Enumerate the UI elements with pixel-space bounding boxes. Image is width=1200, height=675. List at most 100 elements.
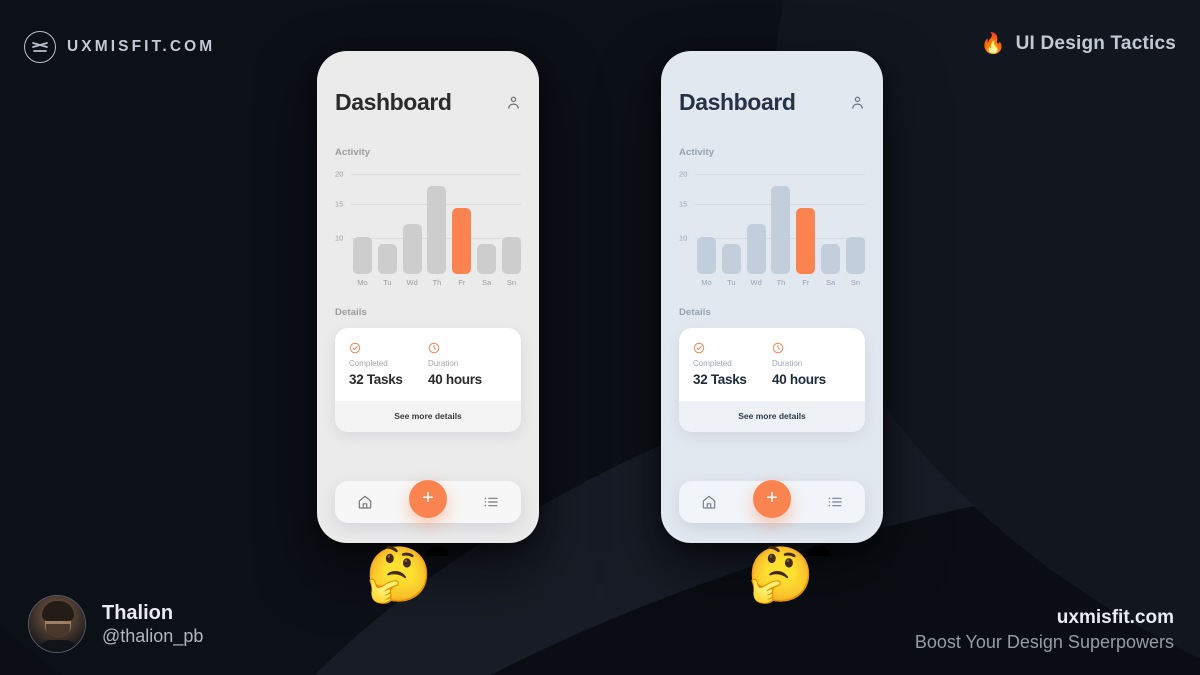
person-icon[interactable] <box>850 95 865 110</box>
activity-bar-chart: 20 15 10 Mo Tu Wd Th Fr Sa Sn <box>335 170 521 287</box>
stat-label: Duration <box>428 359 459 368</box>
x-label-sn: Sn <box>850 278 861 287</box>
clock-icon <box>772 341 784 358</box>
y-tick-15: 15 <box>335 199 344 209</box>
phone-screen: Dashboard Activity 20 15 10 Mo Tu Wd Th … <box>317 51 539 543</box>
phone-mockup-neutral: Dashboard Activity 20 15 10 Mo Tu Wd Th … <box>317 51 539 543</box>
bar-th[interactable] <box>427 186 447 274</box>
details-section-label: Details <box>679 307 711 318</box>
person-icon[interactable] <box>506 95 521 110</box>
avatar-hair <box>42 601 74 621</box>
x-label-fr: Fr <box>458 278 466 287</box>
bar-column <box>845 237 865 274</box>
chart-x-labels: Mo Tu Wd Th Fr Sa Sn <box>697 278 865 287</box>
avatar-eye-left <box>50 616 53 618</box>
stat-value: 40 hours <box>428 372 482 387</box>
bar-sn[interactable] <box>501 237 521 274</box>
avatar <box>28 595 86 653</box>
home-icon[interactable] <box>701 494 717 510</box>
page-title: Dashboard <box>335 89 452 115</box>
home-icon[interactable] <box>357 494 373 510</box>
bar-wd[interactable] <box>746 224 766 274</box>
thinking-emoji-right: 🤔 ☁ <box>747 532 832 603</box>
details-card-body: Completed 32 Tasks Duration 40 hours <box>335 328 521 401</box>
activity-section-label: Activity <box>335 147 371 158</box>
plus-icon: + <box>422 487 434 509</box>
bar-sa[interactable] <box>477 244 497 274</box>
bar-th[interactable] <box>771 186 791 274</box>
see-more-details-button[interactable]: See more details <box>679 401 865 432</box>
activity-bar-chart: 20 15 10 Mo Tu Wd Th Fr Sa Sn <box>679 170 865 287</box>
stat-label: Completed <box>349 359 388 368</box>
thought-bubble-icon: ☁ <box>420 530 450 563</box>
bar-fr-highlight[interactable] <box>796 208 816 274</box>
x-label-sn: Sn <box>506 278 517 287</box>
list-icon[interactable] <box>483 494 499 510</box>
brand-logo[interactable]: UXMISFIT.COM <box>24 31 215 63</box>
y-tick-20: 20 <box>679 169 688 179</box>
bar-column <box>427 186 447 274</box>
author-name: Thalion <box>102 601 174 624</box>
details-card: Completed 32 Tasks Duration 40 hours See… <box>335 328 521 432</box>
stat-label: Completed <box>693 359 732 368</box>
brand-logo-text: UXMISFIT.COM <box>67 38 216 55</box>
bar-column <box>452 208 472 274</box>
details-card: Completed 32 Tasks Duration 40 hours See… <box>679 328 865 432</box>
bar-column <box>771 186 791 274</box>
bar-tu[interactable] <box>721 244 741 274</box>
x-label-tu: Tu <box>727 278 736 287</box>
bar-wd[interactable] <box>402 224 422 274</box>
brand-website: uxmisfit.com <box>1056 607 1174 628</box>
stat-completed: Completed 32 Tasks <box>349 341 428 387</box>
check-circle-icon <box>693 341 705 358</box>
activity-section-label: Activity <box>679 147 715 158</box>
phone-screen: Dashboard Activity 20 15 10 Mo Tu Wd Th … <box>661 51 883 543</box>
bar-sn[interactable] <box>845 237 865 274</box>
app-header: Dashboard <box>679 51 865 116</box>
author-handle: @thalion_pb <box>102 625 204 646</box>
x-label-sa: Sa <box>826 278 836 287</box>
fire-icon: 🔥 <box>980 33 1006 55</box>
clock-icon <box>428 341 440 358</box>
phone-mockup-cool: Dashboard Activity 20 15 10 Mo Tu Wd Th … <box>661 51 883 543</box>
plus-icon: + <box>766 487 778 509</box>
add-fab-button[interactable]: + <box>753 480 791 518</box>
list-icon[interactable] <box>827 494 843 510</box>
bar-column <box>821 244 841 274</box>
bar-tu[interactable] <box>377 244 397 274</box>
page-title: Dashboard <box>679 89 796 115</box>
bar-mo[interactable] <box>353 237 372 274</box>
add-fab-button[interactable]: + <box>409 480 447 518</box>
bar-column <box>501 237 521 274</box>
chart-bars <box>697 174 865 274</box>
x-label-wd: Wd <box>406 278 418 287</box>
bar-column <box>796 208 816 274</box>
brand-footer: uxmisfit.com Boost Your Design Superpowe… <box>915 607 1174 653</box>
thinking-emoji-left: 🤔 ☁ <box>365 532 450 603</box>
y-tick-10: 10 <box>335 233 344 243</box>
stat-label: Duration <box>772 359 803 368</box>
stat-duration: Duration 40 hours <box>428 341 507 387</box>
stat-completed: Completed 32 Tasks <box>693 341 772 387</box>
ui-design-tactics-badge: 🔥 UI Design Tactics <box>981 33 1176 55</box>
avatar-eye-right <box>62 616 65 618</box>
bar-column <box>697 237 716 274</box>
check-circle-icon <box>349 341 361 358</box>
chart-bars <box>353 174 521 274</box>
bar-mo[interactable] <box>697 237 716 274</box>
stat-value: 32 Tasks <box>693 372 747 387</box>
x-label-th: Th <box>776 278 786 287</box>
author-credit: Thalion @thalion_pb <box>28 595 203 653</box>
bar-sa[interactable] <box>821 244 841 274</box>
avatar-shoulders <box>37 640 79 652</box>
x-label-th: Th <box>432 278 442 287</box>
y-tick-20: 20 <box>335 169 344 179</box>
tactics-label: UI Design Tactics <box>1015 33 1176 54</box>
x-label-tu: Tu <box>383 278 392 287</box>
x-label-mo: Mo <box>357 278 368 287</box>
bar-fr-highlight[interactable] <box>452 208 472 274</box>
bar-column <box>721 244 741 274</box>
circle-cross-logo-icon <box>24 31 56 63</box>
y-tick-10: 10 <box>679 233 688 243</box>
see-more-details-button[interactable]: See more details <box>335 401 521 432</box>
